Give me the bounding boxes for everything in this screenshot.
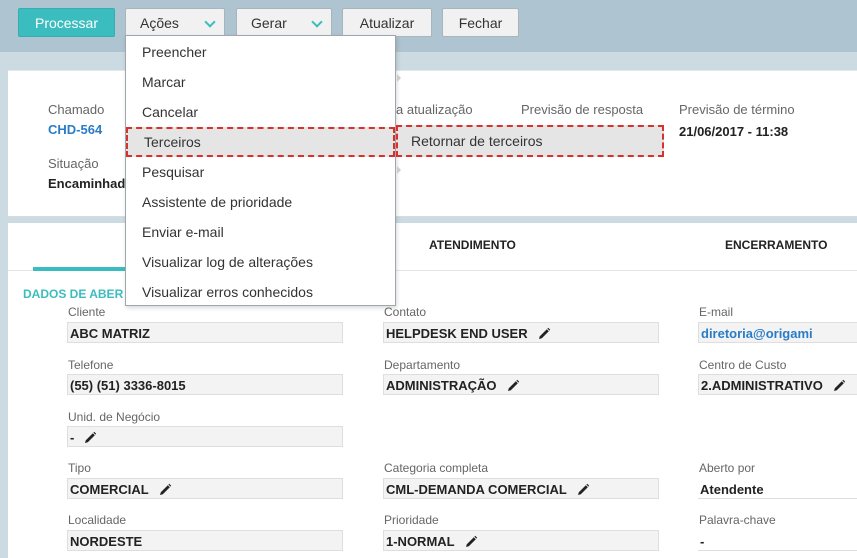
- telefone-value: (55) (51) 3336-8015: [70, 378, 186, 393]
- edit-pencil-icon[interactable]: [158, 483, 172, 497]
- chamado-link[interactable]: CHD-564: [48, 122, 102, 137]
- categoria-value: CML-DEMANDA COMERCIAL: [386, 482, 567, 497]
- centro-custo-field: 2.ADMINISTRATIVO: [698, 374, 857, 395]
- acoes-label: Ações: [140, 14, 179, 31]
- prioridade-label: Prioridade: [384, 513, 439, 527]
- unid-negocio-label: Unid. de Negócio: [68, 410, 161, 424]
- atualizar-button[interactable]: Atualizar: [342, 8, 432, 37]
- palavra-chave-label: Palavra-chave: [699, 513, 776, 527]
- submenu-arrow-icon: [397, 74, 401, 82]
- cliente-value: ABC MATRIZ: [70, 326, 150, 341]
- localidade-label: Localidade: [68, 513, 127, 527]
- palavra-chave-field: -: [698, 530, 857, 551]
- left-gutter: [0, 52, 8, 558]
- contato-label: Contato: [384, 305, 427, 319]
- departamento-value: ADMINISTRAÇÃO: [386, 378, 497, 393]
- cliente-field: ABC MATRIZ: [67, 322, 343, 343]
- contato-value: HELPDESK END USER: [386, 326, 528, 341]
- menu-item-enviar-email[interactable]: Enviar e-mail: [126, 217, 395, 247]
- edit-pencil-icon[interactable]: [506, 379, 520, 393]
- edit-pencil-icon[interactable]: [83, 431, 97, 445]
- departamento-label: Departamento: [384, 358, 461, 372]
- palavra-chave-value: -: [700, 533, 705, 549]
- menu-item-cancelar[interactable]: Cancelar: [126, 97, 395, 127]
- chevron-down-icon: [204, 16, 216, 28]
- tipo-field: COMERCIAL: [67, 478, 343, 499]
- terceiros-submenu: Retornar de terceiros: [396, 125, 664, 157]
- edit-pencil-icon[interactable]: [832, 379, 846, 393]
- tipo-label: Tipo: [68, 461, 91, 475]
- situacao-value: Encaminhad: [48, 176, 126, 191]
- menu-item-visualizar-log[interactable]: Visualizar log de alterações: [126, 247, 395, 277]
- situacao-label: Situação: [48, 156, 99, 171]
- chevron-down-icon: [311, 16, 323, 28]
- menu-item-visualizar-erros[interactable]: Visualizar erros conhecidos: [126, 277, 395, 307]
- unid-negocio-field: -: [67, 426, 343, 447]
- tab-encerramento[interactable]: ENCERRAMENTO: [725, 238, 827, 252]
- edit-pencil-icon[interactable]: [576, 483, 590, 497]
- email-link[interactable]: diretoria@origami: [701, 326, 813, 341]
- prioridade-field: 1-NORMAL: [383, 530, 659, 551]
- telefone-field: (55) (51) 3336-8015: [67, 374, 343, 395]
- acoes-dropdown-menu: Preencher Marcar Cancelar Terceiros Pesq…: [125, 35, 396, 306]
- telefone-label: Telefone: [68, 358, 114, 372]
- menu-item-pesquisar[interactable]: Pesquisar: [126, 157, 395, 187]
- centro-custo-label: Centro de Custo: [699, 358, 787, 372]
- aberto-por-value: Atendente: [700, 481, 764, 497]
- categoria-label: Categoria completa: [384, 461, 489, 475]
- menu-item-preencher[interactable]: Preencher: [126, 37, 395, 67]
- section-title: DADOS DE ABER: [23, 287, 124, 301]
- aberto-por-label: Aberto por: [699, 461, 756, 475]
- tab-atendimento[interactable]: ATENDIMENTO: [429, 238, 516, 252]
- acoes-button[interactable]: Ações: [125, 8, 225, 37]
- aberto-por-field: Atendente: [698, 478, 857, 499]
- gerar-button[interactable]: Gerar: [236, 8, 332, 37]
- gerar-label: Gerar: [251, 14, 287, 31]
- departamento-field: ADMINISTRAÇÃO: [383, 374, 659, 395]
- fechar-button[interactable]: Fechar: [442, 8, 519, 37]
- email-field: diretoria@origami: [698, 322, 857, 343]
- edit-pencil-icon[interactable]: [464, 535, 478, 549]
- menu-item-terceiros[interactable]: Terceiros: [126, 127, 395, 157]
- unid-negocio-value: -: [70, 430, 75, 445]
- categoria-field: CML-DEMANDA COMERCIAL: [383, 478, 659, 499]
- edit-pencil-icon[interactable]: [537, 327, 551, 341]
- tipo-value: COMERCIAL: [70, 482, 149, 497]
- prioridade-value: 1-NORMAL: [386, 534, 455, 549]
- submenu-arrow-icon: [397, 166, 401, 174]
- email-label: E-mail: [699, 305, 734, 319]
- previsao-termino-label: Previsão de término: [679, 102, 795, 117]
- ultima-atualizacao-label: a atualização: [396, 102, 473, 117]
- centro-custo-value: 2.ADMINISTRATIVO: [701, 378, 823, 393]
- active-tab-indicator: [33, 267, 133, 271]
- processar-button[interactable]: Processar: [18, 8, 115, 37]
- menu-item-assistente-prioridade[interactable]: Assistente de prioridade: [126, 187, 395, 217]
- cliente-label: Cliente: [68, 305, 106, 319]
- previsao-resposta-label: Previsão de resposta: [521, 102, 644, 117]
- contato-field: HELPDESK END USER: [383, 322, 659, 343]
- localidade-value: NORDESTE: [70, 534, 143, 549]
- menu-item-marcar[interactable]: Marcar: [126, 67, 395, 97]
- previsao-termino-value: 21/06/2017 - 11:38: [679, 124, 789, 139]
- localidade-field: NORDESTE: [67, 530, 343, 551]
- chamado-label: Chamado: [48, 102, 105, 117]
- menu-item-retornar-terceiros[interactable]: Retornar de terceiros: [411, 133, 543, 149]
